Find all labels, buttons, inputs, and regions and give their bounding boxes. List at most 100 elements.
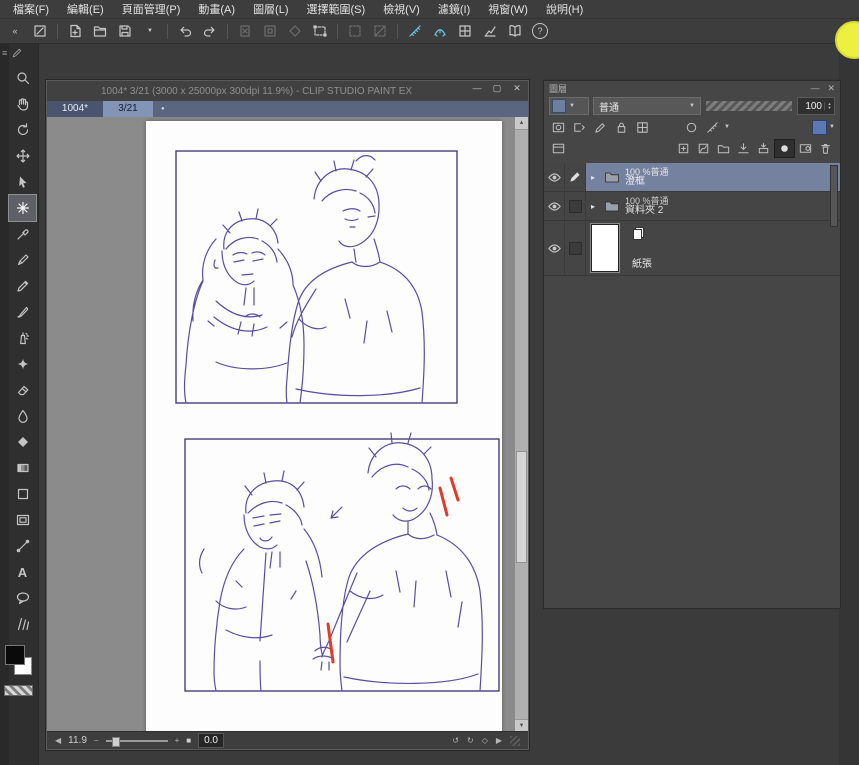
new-vector-layer-icon[interactable] (694, 140, 713, 157)
menu-item-animation[interactable]: 動畫(A) (189, 0, 244, 18)
tool-gradient[interactable] (9, 455, 36, 481)
lock-layer-icon[interactable] (612, 119, 631, 136)
opacity-input[interactable]: 100 ▲ ▼ (797, 97, 835, 115)
folder-expand-icon[interactable]: ▸ (591, 202, 599, 211)
layer-visibility-toggle[interactable] (544, 163, 565, 191)
zoom-slider-handle[interactable] (111, 736, 120, 747)
layer-list-scrollbar[interactable] (830, 165, 838, 227)
menu-item-selection[interactable]: 選擇範圍(S) (298, 0, 375, 18)
layer-color-select[interactable]: ▼ (812, 119, 835, 135)
layer-name[interactable]: 資料夾 2 (625, 206, 669, 216)
transform-button[interactable] (309, 21, 331, 41)
layer-row-folder-1[interactable]: ▸ 100 %普通 澄框 (544, 163, 840, 192)
lock-transparent-pixels-icon[interactable] (633, 119, 652, 136)
canvas-tab[interactable]: 1004* (47, 101, 103, 117)
tool-blend[interactable] (9, 403, 36, 429)
tool-zoom[interactable] (9, 65, 36, 91)
tool-eraser[interactable] (9, 377, 36, 403)
ruler-dropdown-icon[interactable]: ▼ (724, 124, 730, 130)
tool-airbrush[interactable] (9, 325, 36, 351)
canvas-area[interactable]: ▲ ▼ (47, 117, 528, 732)
tool-hand[interactable] (9, 91, 36, 117)
menu-item-filter[interactable]: 濾鏡(I) (429, 0, 479, 18)
scroll-up-icon[interactable]: ▲ (515, 117, 528, 130)
tool-frame-border[interactable] (9, 507, 36, 533)
tool-palette-menu-icon[interactable]: ≡ (2, 48, 7, 58)
new-folder-icon[interactable] (714, 140, 733, 157)
rotate-ccw-button[interactable]: ↺ (452, 736, 459, 745)
collapse-toolbar-button[interactable]: « (4, 21, 26, 41)
tool-flow-line[interactable] (9, 611, 36, 637)
zoom-slider[interactable] (105, 736, 168, 747)
redo-button[interactable] (199, 21, 221, 41)
tool-brush[interactable] (9, 299, 36, 325)
rotation-reset-button[interactable]: ◇ (482, 736, 488, 745)
transfer-to-lower-icon[interactable] (734, 140, 753, 157)
new-file-button[interactable] (64, 21, 86, 41)
window-maximize-button[interactable]: ▢ (490, 83, 504, 94)
layer-panel-minimize-icon[interactable]: — (810, 83, 819, 93)
tool-figure[interactable] (9, 481, 36, 507)
tool-fill[interactable] (9, 429, 36, 455)
menu-item-view[interactable]: 檢視(V) (374, 0, 429, 18)
mask-area-icon[interactable] (549, 119, 568, 136)
snap-to-grid-button[interactable] (454, 21, 476, 41)
tool-balloon[interactable] (9, 585, 36, 611)
menu-item-help[interactable]: 說明(H) (537, 0, 592, 18)
layer-view-list-icon[interactable] (549, 140, 568, 157)
paper-thumbnail[interactable] (590, 223, 620, 273)
tool-text[interactable]: A (9, 559, 36, 585)
clip-at-layer-icon[interactable] (570, 119, 589, 136)
layer-checkbox[interactable] (565, 221, 586, 275)
zoom-in-button[interactable]: + (175, 736, 180, 745)
help-button[interactable]: ? (529, 21, 551, 41)
menu-item-page-manage[interactable]: 頁面管理(P) (113, 0, 190, 18)
layer-visibility-toggle[interactable] (544, 221, 565, 275)
open-file-button[interactable] (89, 21, 111, 41)
tool-pen[interactable] (9, 247, 36, 273)
window-close-button[interactable]: ✕ (510, 83, 524, 94)
save-file-button[interactable] (114, 21, 136, 41)
main-color-swatch[interactable] (5, 645, 25, 665)
tool-object[interactable] (9, 169, 36, 195)
tool-decoration[interactable] (9, 351, 36, 377)
tool-move-layer[interactable] (9, 143, 36, 169)
snap-to-special-ruler-button[interactable] (429, 21, 451, 41)
resize-grip[interactable] (510, 735, 520, 746)
chart-button[interactable] (479, 21, 501, 41)
menu-item-file[interactable]: 檔案(F) (4, 0, 58, 18)
new-raster-layer-icon[interactable] (674, 140, 693, 157)
canvas-page[interactable] (146, 121, 502, 732)
menu-item-window[interactable]: 視窗(W) (479, 0, 537, 18)
manual-book-button[interactable] (504, 21, 526, 41)
layer-name[interactable]: 紙張 (632, 255, 652, 270)
blend-mode-select[interactable]: 普通 ▼ (593, 97, 701, 115)
delete-layer-icon[interactable] (816, 140, 835, 157)
tool-correction[interactable] (9, 533, 36, 559)
draw-on-layer-icon[interactable] (591, 119, 610, 136)
layer-row-paper[interactable]: 紙張 (544, 221, 840, 276)
layer-panel-close-icon[interactable]: ✕ (827, 83, 835, 94)
tool-pencil[interactable] (9, 273, 36, 299)
menu-item-layer[interactable]: 圖層(L) (244, 0, 297, 18)
tool-property-pen-icon[interactable] (11, 47, 23, 59)
layer-checkbox[interactable] (565, 192, 586, 220)
tool-rotate-canvas[interactable] (9, 117, 36, 143)
clip-studio-paint-icon[interactable] (29, 21, 51, 41)
prev-page-button[interactable]: ◀ (55, 736, 61, 745)
opacity-spinner[interactable]: ▲ ▼ (824, 102, 834, 110)
tool-eyedropper[interactable] (9, 221, 36, 247)
undo-button[interactable] (174, 21, 196, 41)
rotate-cw-button[interactable]: ↻ (467, 736, 474, 745)
create-layer-mask-icon[interactable] (774, 138, 795, 158)
zoom-reset-button[interactable]: ■ (186, 736, 191, 745)
save-dropdown-button[interactable]: ▼ (139, 21, 161, 41)
snap-to-ruler-button[interactable] (404, 21, 426, 41)
transparent-color-swatch[interactable] (4, 685, 33, 696)
layer-row-folder-2[interactable]: ▸ 100 %普通 資料夾 2 (544, 192, 840, 221)
tool-selection[interactable] (8, 194, 37, 222)
zoom-out-button[interactable]: − (94, 736, 99, 745)
apply-mask-icon[interactable] (796, 140, 815, 157)
merge-to-lower-icon[interactable] (754, 140, 773, 157)
next-page-button[interactable]: ▶ (496, 736, 502, 745)
